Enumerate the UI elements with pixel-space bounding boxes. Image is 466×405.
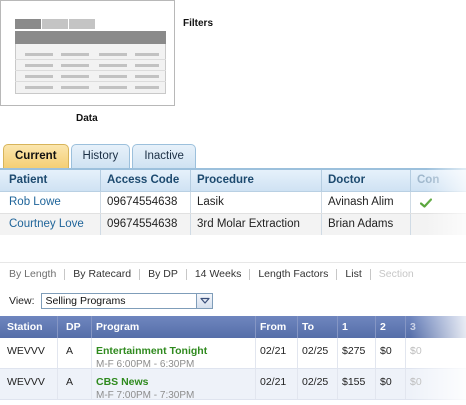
tab-history[interactable]: History <box>70 144 131 168</box>
thumbnail-line <box>25 86 53 89</box>
column-header-confirmed[interactable]: Con <box>411 170 466 191</box>
tab-inactive[interactable]: Inactive <box>132 144 196 168</box>
thumbnail-line <box>99 53 127 56</box>
procedure-cell: 3rd Molar Extraction <box>191 214 322 235</box>
column-header-from[interactable]: From <box>256 316 298 338</box>
week-2-rate-cell[interactable]: $0 <box>376 338 406 368</box>
program-cell: CBS News M-F 7:00PM - 7:30PM <box>92 369 256 399</box>
data-layout-thumbnail[interactable] <box>0 0 175 106</box>
view-select[interactable]: Selling Programs <box>40 293 213 309</box>
thumbnail-line <box>61 64 89 67</box>
thumbnail-divider <box>15 70 166 71</box>
thumbnail-line <box>25 64 53 67</box>
view-link-by-length[interactable]: By Length <box>9 269 64 280</box>
patient-name-link[interactable]: Rob Lowe <box>0 192 101 213</box>
thumbnail-line <box>135 75 159 78</box>
view-link-section[interactable]: Section <box>369 269 422 280</box>
thumbnail-line <box>25 75 53 78</box>
ratecard-table: Station DP Program From To 1 2 3 WEVVV A… <box>0 316 466 405</box>
thumbnail-line <box>135 86 159 89</box>
view-link-length-factors[interactable]: Length Factors <box>249 269 336 280</box>
view-link-by-dp[interactable]: By DP <box>139 269 186 280</box>
filters-label: Filters <box>183 18 214 29</box>
thumbnail-line <box>99 86 127 89</box>
column-header-patient[interactable]: Patient <box>0 170 101 191</box>
thumbnail-line <box>135 64 159 67</box>
confirmed-cell <box>411 214 466 235</box>
chevron-down-icon <box>199 297 210 304</box>
week-2-rate-cell[interactable]: $0 <box>376 369 406 399</box>
thumbnail-line <box>99 64 127 67</box>
thumbnail-table-header <box>15 31 166 44</box>
thumbnail-divider <box>15 59 166 60</box>
from-date-cell: 02/21 <box>256 369 298 399</box>
week-1-rate-cell[interactable]: $275 <box>338 338 376 368</box>
view-label: View: <box>9 295 35 307</box>
program-time: M-F 6:00PM - 6:30PM <box>96 359 195 368</box>
program-time: M-F 7:00PM - 7:30PM <box>96 390 195 399</box>
column-header-station[interactable]: Station <box>0 316 58 338</box>
table-row[interactable]: Courtney Love 09674554638 3rd Molar Extr… <box>0 214 466 235</box>
confirmed-cell <box>411 192 466 213</box>
ratecard-table-header: Station DP Program From To 1 2 3 <box>0 316 466 338</box>
week-3-rate-cell[interactable]: $0 <box>406 369 466 399</box>
doctor-cell: Avinash Alim <box>322 192 411 213</box>
column-header-dp[interactable]: DP <box>58 316 92 338</box>
patient-table-header: Patient Access Code Procedure Doctor Con <box>0 170 466 192</box>
table-row[interactable]: Rob Lowe 09674554638 Lasik Avinash Alim <box>0 192 466 214</box>
column-header-access-code[interactable]: Access Code <box>101 170 191 191</box>
thumbnail-line <box>61 75 89 78</box>
access-code-cell: 09674554638 <box>101 214 191 235</box>
week-1-rate-cell[interactable]: $155 <box>338 369 376 399</box>
station-cell: WEVVV <box>0 338 58 368</box>
view-mode-links: By Length By Ratecard By DP 14 Weeks Len… <box>0 262 466 286</box>
column-header-to[interactable]: To <box>298 316 338 338</box>
table-row[interactable]: WEVVV A CBS News M-F 7:00PM - 7:30PM 02/… <box>0 369 466 400</box>
thumbnail-tab <box>69 19 95 29</box>
thumbnail-line <box>61 86 89 89</box>
access-code-cell: 09674554638 <box>101 192 191 213</box>
patient-table: Patient Access Code Procedure Doctor Con… <box>0 168 466 235</box>
column-header-week-1[interactable]: 1 <box>338 316 376 338</box>
column-header-week-3[interactable]: 3 <box>406 316 466 338</box>
view-link-by-ratecard[interactable]: By Ratecard <box>64 269 139 280</box>
thumbnail-line <box>61 53 89 56</box>
column-header-week-2[interactable]: 2 <box>376 316 406 338</box>
program-cell: Entertainment Tonight M-F 6:00PM - 6:30P… <box>92 338 256 368</box>
dp-cell: A <box>58 369 92 399</box>
patient-tab-bar: Current History Inactive <box>3 144 198 168</box>
view-selector-row: View: Selling Programs <box>9 292 213 310</box>
table-row[interactable]: WEVVV A Entertainment Tonight M-F 6:00PM… <box>0 338 466 369</box>
tab-current[interactable]: Current <box>3 144 69 168</box>
program-name-link[interactable]: Entertainment Tonight <box>96 345 255 357</box>
thumbnail-line <box>135 53 159 56</box>
from-date-cell: 02/21 <box>256 338 298 368</box>
checkmark-icon <box>420 198 432 208</box>
data-label: Data <box>76 113 98 124</box>
doctor-cell: Brian Adams <box>322 214 411 235</box>
thumbnail-tab <box>15 19 41 29</box>
thumbnail-tab <box>42 19 68 29</box>
column-header-procedure[interactable]: Procedure <box>191 170 322 191</box>
program-name-link[interactable]: CBS News <box>96 376 255 388</box>
patient-name-link[interactable]: Courtney Love <box>0 214 101 235</box>
column-header-doctor[interactable]: Doctor <box>322 170 411 191</box>
to-date-cell: 02/25 <box>298 338 338 368</box>
column-header-program[interactable]: Program <box>92 316 256 338</box>
week-3-rate-cell[interactable]: $0 <box>406 338 466 368</box>
view-link-14-weeks[interactable]: 14 Weeks <box>185 269 250 280</box>
station-cell: WEVVV <box>0 369 58 399</box>
to-date-cell: 02/25 <box>298 369 338 399</box>
thumbnail-line <box>99 75 127 78</box>
select-arrow-button[interactable] <box>195 294 212 308</box>
thumbnail-line <box>25 53 53 56</box>
thumbnail-divider <box>15 81 166 82</box>
view-link-list[interactable]: List <box>336 269 369 280</box>
dp-cell: A <box>58 338 92 368</box>
procedure-cell: Lasik <box>191 192 322 213</box>
view-select-value: Selling Programs <box>45 295 126 307</box>
